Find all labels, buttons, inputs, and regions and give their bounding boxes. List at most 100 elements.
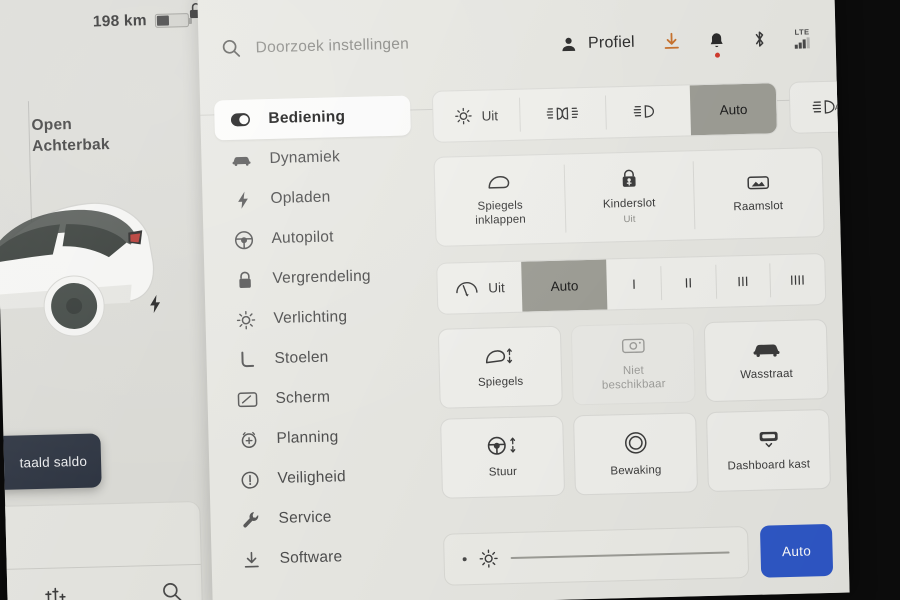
sidebar-item-veiligheid[interactable]: Veiligheid xyxy=(223,455,420,500)
wiper-off-label: Uit xyxy=(488,279,505,296)
low-beam-icon xyxy=(634,103,662,120)
bluetooth-icon[interactable] xyxy=(753,29,767,48)
sidebar-item-label: Software xyxy=(279,548,343,567)
tesla-touchscreen: 198 km Profiel sos xyxy=(0,0,850,600)
battery-icon xyxy=(154,13,189,28)
network-type-label: LTE xyxy=(794,27,810,37)
window-lock-card[interactable]: Raamslot xyxy=(692,148,823,239)
slider-min-dot xyxy=(462,557,467,562)
steering-adjust-icon xyxy=(485,435,520,457)
wiper-auto-button[interactable]: Auto xyxy=(521,259,608,312)
glovebox-icon xyxy=(755,429,781,450)
car-render[interactable] xyxy=(0,73,208,408)
bolt-icon xyxy=(232,189,252,209)
sidebar-item-label: Opladen xyxy=(270,188,331,208)
person-icon xyxy=(560,35,578,53)
bottom-icon-row xyxy=(44,580,184,600)
download-icon xyxy=(241,549,261,569)
profile-label: Profiel xyxy=(587,33,636,52)
window-lock-icon xyxy=(745,173,769,192)
brightness-auto-button[interactable]: Auto xyxy=(759,523,834,578)
search-settings-field[interactable]: Doorzoek instellingen xyxy=(220,33,409,59)
headlight-auto-button[interactable]: Auto xyxy=(689,83,777,136)
settings-header: Doorzoek instellingen Profiel LTE xyxy=(198,11,838,116)
sidebar-item-autopilot[interactable]: Autopilot xyxy=(217,215,414,260)
wiper-speed-4-label: IIII xyxy=(789,272,806,288)
child-lock-card[interactable]: Kinderslot Uit xyxy=(563,151,694,242)
sidebar-item-scherm[interactable]: Scherm xyxy=(221,375,418,420)
headlights-row: Uit Auto A xyxy=(431,79,850,143)
range-indicator: 198 km xyxy=(93,11,189,31)
sentry-mode-tile-label: Bewaking xyxy=(610,463,662,478)
controls-content: Uit Auto A Spiegels inklappen Kinderslot… xyxy=(431,79,850,597)
bell-icon xyxy=(709,31,725,49)
sidebar-item-bediening[interactable]: Bediening xyxy=(213,95,411,141)
lock-icon xyxy=(234,269,254,289)
mirror-fold-icon xyxy=(485,173,513,192)
mirror-fold-card[interactable]: Spiegels inklappen xyxy=(434,155,565,246)
screenshot-root: 198 km Profiel sos xyxy=(0,0,900,600)
low-beam-button[interactable] xyxy=(604,85,691,137)
child-lock-icon xyxy=(619,169,638,189)
car-wash-icon xyxy=(751,340,781,359)
glovebox-tile-label: Dashboard kast xyxy=(727,457,811,473)
sentry-icon xyxy=(623,430,648,455)
sidebar-item-dynamiek[interactable]: Dynamiek xyxy=(215,135,412,180)
car-wash-tile[interactable]: Wasstraat xyxy=(703,318,829,403)
search-icon[interactable] xyxy=(160,580,184,600)
headlight-auto-label: Auto xyxy=(719,101,748,118)
wiper-speed-2-button[interactable]: II xyxy=(661,257,717,308)
parking-light-icon xyxy=(545,105,579,122)
sidebar-item-label: Verlichting xyxy=(273,308,348,327)
sidebar-item-software[interactable]: Software xyxy=(225,535,422,580)
sidebar-item-label: Veiligheid xyxy=(277,468,347,487)
lights-off-icon xyxy=(454,107,472,125)
mirrors-tile[interactable]: Spiegels xyxy=(437,325,563,409)
display-icon xyxy=(237,389,258,409)
wiper-icon xyxy=(455,279,479,297)
exclamation-icon xyxy=(239,469,259,489)
wiper-speed-4-button[interactable]: IIII xyxy=(770,254,826,305)
brightness-auto-label: Auto xyxy=(781,542,812,559)
car-icon xyxy=(231,149,251,169)
brightness-track[interactable] xyxy=(510,551,730,559)
sidebar-item-verlichting[interactable]: Verlichting xyxy=(219,295,416,340)
wiper-speed-1-button[interactable]: I xyxy=(606,258,662,309)
download-icon[interactable] xyxy=(663,32,681,51)
controls-tile-grid: Spiegels Niet beschikbaar Wasstraat Stuu… xyxy=(437,318,831,499)
glovebox-tile[interactable]: Dashboard kast xyxy=(706,408,831,493)
notifications-button[interactable] xyxy=(709,31,725,58)
steering-wheel-tile[interactable]: Stuur xyxy=(440,415,566,499)
brightness-icon xyxy=(478,548,498,568)
headlight-off-button[interactable]: Uit xyxy=(433,90,520,142)
sentry-mode-tile[interactable]: Bewaking xyxy=(573,412,699,496)
brightness-slider[interactable] xyxy=(443,526,750,586)
wiper-speed-3-label: III xyxy=(737,273,749,289)
settings-panel: Doorzoek instellingen Profiel LTE Bedien… xyxy=(197,0,850,600)
wiper-off-button[interactable]: Uit xyxy=(437,262,523,314)
sidebar-item-label: Stoelen xyxy=(274,348,329,367)
car-wash-tile-label: Wasstraat xyxy=(740,367,794,381)
profile-button[interactable]: Profiel xyxy=(560,33,635,53)
clock-plus-icon xyxy=(238,429,258,449)
wiper-speed-3-button[interactable]: III xyxy=(715,255,771,306)
balance-toast[interactable]: taald saldo xyxy=(0,433,102,492)
sliders-icon[interactable] xyxy=(44,584,67,600)
sidebar-item-label: Vergrendeling xyxy=(272,267,371,287)
range-value: 198 km xyxy=(92,12,147,31)
mirrors-tile-label: Spiegels xyxy=(477,375,524,389)
sidebar-item-stoelen[interactable]: Stoelen xyxy=(220,335,417,380)
sidebar-item-planning[interactable]: Planning xyxy=(222,415,419,460)
sidebar-item-service[interactable]: Service xyxy=(224,495,421,540)
wiper-speed-2-label: II xyxy=(684,274,693,291)
seat-icon xyxy=(236,349,256,369)
notification-dot xyxy=(714,52,720,58)
sidebar-item-opladen[interactable]: Opladen xyxy=(216,175,413,220)
bottom-map-card xyxy=(0,500,204,600)
toggle-icon xyxy=(230,110,250,130)
sidebar-item-vergrendeling[interactable]: Vergrendeling xyxy=(218,255,415,300)
parking-lights-button[interactable] xyxy=(519,88,606,140)
sidebar-item-label: Planning xyxy=(276,428,339,447)
brightness-row: Auto xyxy=(443,521,834,589)
cellular-signal-indicator: LTE xyxy=(794,27,810,49)
